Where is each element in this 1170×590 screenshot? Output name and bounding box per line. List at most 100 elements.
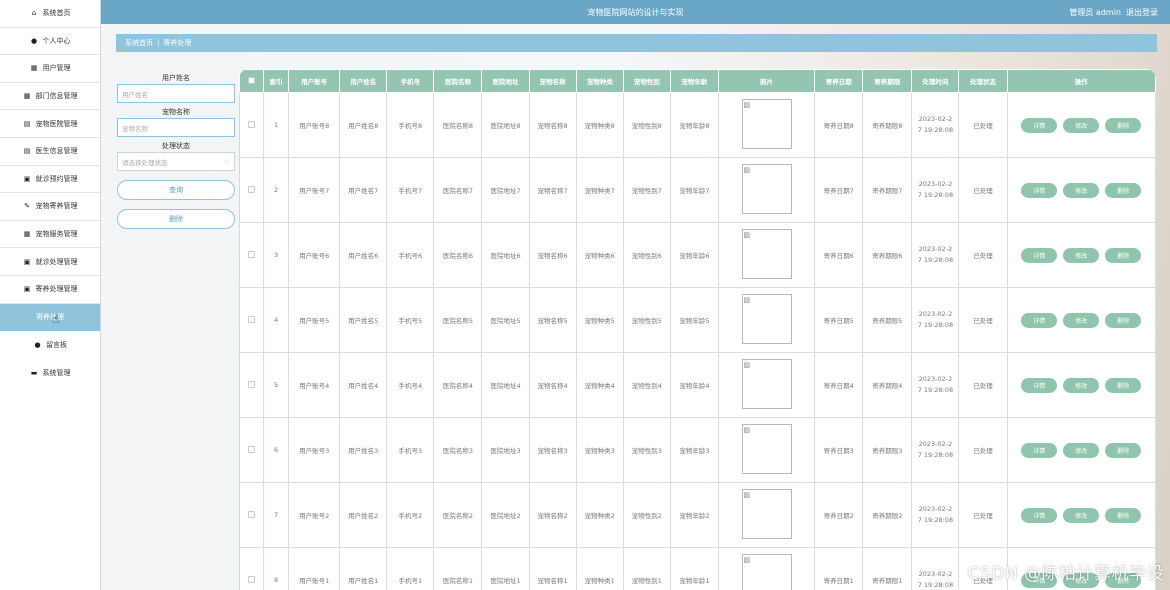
cell-type: 宠物种类2 [575, 482, 624, 548]
row-actions: 详情 修改 删除 [1008, 507, 1154, 523]
cell-phone: 手机号2 [386, 482, 435, 548]
cell-term: 寄养期限5 [862, 287, 913, 353]
cell-pet: 宠物名称5 [528, 287, 577, 353]
cell-photo: ▨ [717, 352, 816, 418]
edit-button[interactable]: 修改 [1063, 442, 1100, 458]
cell-index: 2 [263, 157, 290, 223]
sidebar-item-boarding-processing[interactable]: ▣ 寄养处理管理 [0, 276, 100, 304]
cell-hospital: 医院名称5 [433, 287, 483, 353]
delete-button[interactable]: 删除 [1105, 247, 1142, 263]
sidebar-item-label: 医生信息管理 [35, 147, 78, 156]
grid-icon: ▦ [23, 92, 31, 101]
cell-name: 用户姓名7 [339, 157, 388, 223]
edit-button[interactable]: 修改 [1063, 182, 1100, 198]
list-icon: ▤ [23, 147, 31, 156]
cell-photo: ▨ [717, 157, 816, 223]
column-header: 手机号 [386, 69, 435, 93]
cell-index: 1 [263, 92, 290, 158]
sidebar-subitem-boarding-process[interactable]: 寄养处理 [0, 303, 100, 332]
cell-photo: ▨ [717, 547, 816, 590]
row-checkbox[interactable] [248, 575, 256, 583]
row-checkbox[interactable] [248, 250, 256, 258]
petname-input[interactable]: 宠物名称 [117, 118, 235, 137]
user-icon: ● [30, 36, 38, 45]
delete-button[interactable]: 删除 [1105, 117, 1142, 133]
cell-status: 已处理 [958, 222, 1008, 288]
cell-account: 用户账号8 [288, 92, 341, 158]
detail-button[interactable]: 详情 [1021, 247, 1058, 263]
select-all-checkbox[interactable] [248, 76, 256, 84]
row-checkbox[interactable] [248, 315, 256, 323]
detail-button[interactable]: 详情 [1021, 312, 1058, 328]
cell-pet: 宠物名称8 [528, 92, 577, 158]
delete-button[interactable]: 删除 [1105, 507, 1142, 523]
sidebar-item-visit-processing[interactable]: ▣ 就诊处理管理 [0, 248, 100, 276]
cell-type: 宠物种类8 [575, 92, 624, 158]
row-checkbox[interactable] [248, 445, 256, 453]
delete-button[interactable]: 删除 [1105, 312, 1142, 328]
edit-button[interactable]: 修改 [1063, 377, 1100, 393]
cell-gender: 宠物性别1 [622, 547, 671, 590]
cell-process-time: 2023-02-2 7 19:28:08 [911, 157, 960, 223]
row-checkbox[interactable] [248, 120, 256, 128]
delete-button[interactable]: 删除 [1105, 182, 1142, 198]
status-select[interactable]: 请选择处理状态 ⌵ [117, 152, 235, 171]
table-header-row: 索引 用户账号 用户姓名 手机号 医院名称 医院地址 宠物名称 宠物种类 宠物性别 宠物年龄 照片寄… [239, 69, 1156, 93]
sidebar-item-profile[interactable]: ● 个人中心 [0, 28, 100, 56]
broken-image-icon: ▨ [741, 229, 792, 279]
sidebar-item-label: 系统管理 [42, 368, 71, 377]
delete-button[interactable]: 删除 [1105, 442, 1142, 458]
edit-button[interactable]: 修改 [1063, 247, 1100, 263]
username-input[interactable]: 用户姓名 [117, 84, 235, 103]
sidebar-item-boarding[interactable]: ✎ 宠物寄养管理 [0, 193, 100, 221]
sidebar-item-label: 部门信息管理 [35, 92, 78, 101]
detail-button[interactable]: 详情 [1021, 182, 1058, 198]
sidebar-item-doctors[interactable]: ▤ 医生信息管理 [0, 138, 100, 166]
row-actions: 详情 修改 删除 [1008, 117, 1154, 133]
cell-process-time: 2023-02-2 7 19:28:08 [911, 92, 960, 158]
delete-button[interactable]: 删除 [1105, 377, 1142, 393]
cell-date: 寄养日期2 [814, 482, 864, 548]
detail-button[interactable]: 详情 [1021, 507, 1058, 523]
query-button[interactable]: 查询 [117, 180, 235, 200]
table-row: 5 用户账号4 用户姓名4 手机号4 医院名称4 医院地址4 宠物名称4 宠物种类4 宠物性别4… [239, 352, 1156, 418]
cell-term: 寄养期限3 [862, 417, 913, 483]
sidebar-item-users[interactable]: ▦ 用户管理 [0, 55, 100, 83]
row-select-cell [239, 482, 265, 548]
top-bar: 宠物医院网站的设计与实现 管理员 admin 退出登录 [101, 0, 1170, 24]
sidebar-item-services[interactable]: ▦ 宠物服务管理 [0, 221, 100, 249]
sidebar-item-hospitals[interactable]: ▤ 宠物医院管理 [0, 110, 100, 138]
edit-button[interactable]: 修改 [1063, 117, 1100, 133]
sidebar-item-home[interactable]: ⌂ 系统首页 [0, 0, 100, 28]
sidebar: ⌂ 系统首页 ● 个人中心 ▦ 用户管理 ▦ 部门信息管理 ▤ 宠物医院管理 ▤ 医生信息管… [0, 0, 101, 590]
cell-name: 用户姓名6 [339, 222, 388, 288]
row-select-cell [239, 222, 265, 288]
cell-process-time: 2023-02-2 7 19:28:08 [911, 482, 960, 548]
select-all-header[interactable] [239, 69, 265, 93]
sidebar-item-appointments[interactable]: ▣ 就诊预约管理 [0, 166, 100, 194]
cell-gender: 宠物性别8 [622, 92, 671, 158]
detail-button[interactable]: 详情 [1021, 442, 1058, 458]
breadcrumb-home[interactable]: 系统首页 [125, 38, 153, 48]
row-checkbox[interactable] [248, 510, 256, 518]
edit-button[interactable]: 修改 [1063, 312, 1100, 328]
delete-selected-button[interactable]: 删除 [117, 209, 235, 229]
cell-gender: 宠物性别3 [622, 417, 671, 483]
broken-image-icon: ▨ [741, 424, 792, 474]
logout-link[interactable]: 退出登录 [1126, 7, 1158, 18]
cell-address: 医院地址7 [481, 157, 530, 223]
sidebar-item-label: 留言板 [46, 340, 67, 349]
cell-gender: 宠物性别7 [622, 157, 671, 223]
sidebar-item-message-board[interactable]: ● 留言板 [0, 331, 100, 359]
row-checkbox[interactable] [248, 380, 256, 388]
process-time-line1: 2023-02-2 [918, 310, 953, 318]
detail-button[interactable]: 详情 [1021, 377, 1058, 393]
sidebar-item-departments[interactable]: ▦ 部门信息管理 [0, 83, 100, 111]
edit-button[interactable]: 修改 [1063, 507, 1100, 523]
detail-button[interactable]: 详情 [1021, 117, 1058, 133]
row-checkbox[interactable] [248, 185, 256, 193]
sidebar-item-system[interactable]: ▬ 系统管理 [0, 359, 100, 387]
table-row: 1 用户账号8 用户姓名8 手机号8 医院名称8 医院地址8 宠物名称8 宠物种类8 宠物性别8… [239, 92, 1156, 158]
column-header: 寄养期限 [862, 69, 913, 93]
cell-process-time: 2023-02-2 7 19:28:08 [911, 417, 960, 483]
